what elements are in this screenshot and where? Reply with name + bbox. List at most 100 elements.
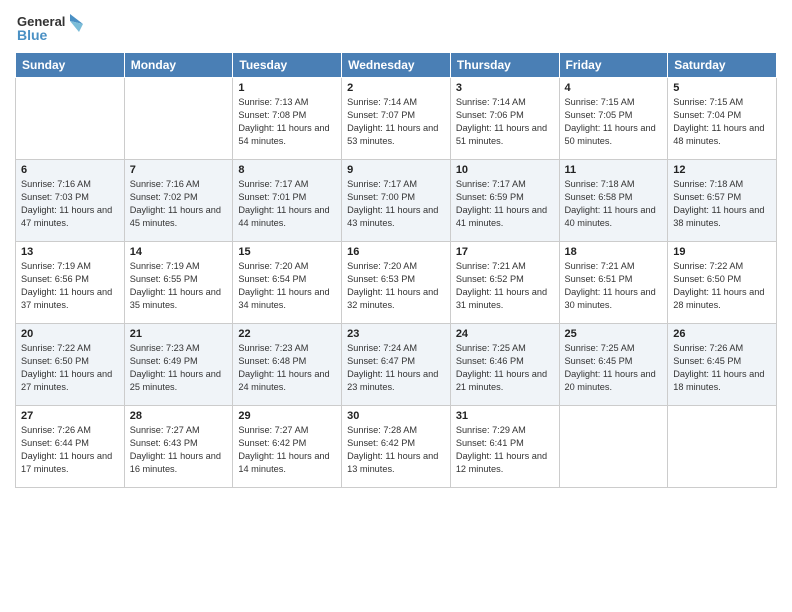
- week-row-1: 1 Sunrise: 7:13 AMSunset: 7:08 PMDaylight…: [16, 78, 777, 160]
- weekday-header-monday: Monday: [124, 53, 233, 78]
- logo-svg: GeneralBlue: [15, 10, 85, 46]
- day-number: 2: [347, 82, 445, 94]
- day-number: 1: [238, 82, 336, 94]
- cell-sun-info: Sunrise: 7:27 AMSunset: 6:42 PMDaylight:…: [238, 424, 336, 476]
- cell-sun-info: Sunrise: 7:20 AMSunset: 6:54 PMDaylight:…: [238, 260, 336, 312]
- week-row-2: 6Sunrise: 7:16 AMSunset: 7:03 PMDaylight…: [16, 160, 777, 242]
- day-number: 13: [21, 246, 119, 258]
- calendar-cell: [124, 78, 233, 160]
- day-number: 10: [456, 164, 554, 176]
- day-number: 12: [673, 164, 771, 176]
- calendar-cell: 2 Sunrise: 7:14 AMSunset: 7:07 PMDaylight…: [342, 78, 451, 160]
- calendar-cell: 23 Sunrise: 7:24 AMSunset: 6:47 PMDayligh…: [342, 324, 451, 406]
- weekday-header-thursday: Thursday: [450, 53, 559, 78]
- cell-sun-info: Sunrise: 7:15 AMSunset: 7:05 PMDaylight:…: [565, 96, 663, 148]
- calendar-cell: 8 Sunrise: 7:17 AMSunset: 7:01 PMDaylight…: [233, 160, 342, 242]
- weekday-header-saturday: Saturday: [668, 53, 777, 78]
- calendar-cell: [668, 406, 777, 488]
- weekday-header-wednesday: Wednesday: [342, 53, 451, 78]
- day-number: 23: [347, 328, 445, 340]
- cell-sun-info: Sunrise: 7:15 AMSunset: 7:04 PMDaylight:…: [673, 96, 771, 148]
- calendar-cell: 29 Sunrise: 7:27 AMSunset: 6:42 PMDayligh…: [233, 406, 342, 488]
- cell-sun-info: Sunrise: 7:17 AMSunset: 6:59 PMDaylight:…: [456, 178, 554, 230]
- day-number: 31: [456, 410, 554, 422]
- calendar-cell: 5 Sunrise: 7:15 AMSunset: 7:04 PMDaylight…: [668, 78, 777, 160]
- week-row-3: 13 Sunrise: 7:19 AMSunset: 6:56 PMDayligh…: [16, 242, 777, 324]
- calendar-cell: 30 Sunrise: 7:28 AMSunset: 6:42 PMDayligh…: [342, 406, 451, 488]
- cell-sun-info: Sunrise: 7:23 AMSunset: 6:49 PMDaylight:…: [130, 342, 228, 394]
- calendar-cell: 6Sunrise: 7:16 AMSunset: 7:03 PMDaylight…: [16, 160, 125, 242]
- weekday-header-sunday: Sunday: [16, 53, 125, 78]
- calendar-cell: 10 Sunrise: 7:17 AMSunset: 6:59 PMDayligh…: [450, 160, 559, 242]
- day-number: 19: [673, 246, 771, 258]
- cell-sun-info: Sunrise: 7:18 AMSunset: 6:58 PMDaylight:…: [565, 178, 663, 230]
- cell-sun-info: Sunrise: 7:17 AMSunset: 7:00 PMDaylight:…: [347, 178, 445, 230]
- day-number: 15: [238, 246, 336, 258]
- calendar-cell: 24Sunrise: 7:25 AMSunset: 6:46 PMDayligh…: [450, 324, 559, 406]
- cell-sun-info: Sunrise: 7:18 AMSunset: 6:57 PMDaylight:…: [673, 178, 771, 230]
- cell-sun-info: Sunrise: 7:22 AMSunset: 6:50 PMDaylight:…: [673, 260, 771, 312]
- calendar-cell: 7 Sunrise: 7:16 AMSunset: 7:02 PMDaylight…: [124, 160, 233, 242]
- day-number: 3: [456, 82, 554, 94]
- day-number: 11: [565, 164, 663, 176]
- calendar-cell: 21 Sunrise: 7:23 AMSunset: 6:49 PMDayligh…: [124, 324, 233, 406]
- cell-sun-info: Sunrise: 7:14 AMSunset: 7:07 PMDaylight:…: [347, 96, 445, 148]
- calendar-cell: 20 Sunrise: 7:22 AMSunset: 6:50 PMDayligh…: [16, 324, 125, 406]
- day-number: 4: [565, 82, 663, 94]
- day-number: 25: [565, 328, 663, 340]
- day-number: 17: [456, 246, 554, 258]
- cell-sun-info: Sunrise: 7:27 AMSunset: 6:43 PMDaylight:…: [130, 424, 228, 476]
- day-number: 29: [238, 410, 336, 422]
- day-number: 7: [130, 164, 228, 176]
- cell-sun-info: Sunrise: 7:19 AMSunset: 6:56 PMDaylight:…: [21, 260, 119, 312]
- cell-sun-info: Sunrise: 7:16 AMSunset: 7:02 PMDaylight:…: [130, 178, 228, 230]
- day-number: 5: [673, 82, 771, 94]
- calendar-cell: 31Sunrise: 7:29 AMSunset: 6:41 PMDayligh…: [450, 406, 559, 488]
- calendar: SundayMondayTuesdayWednesdayThursdayFrid…: [15, 52, 777, 488]
- calendar-cell: [559, 406, 668, 488]
- cell-sun-info: Sunrise: 7:22 AMSunset: 6:50 PMDaylight:…: [21, 342, 119, 394]
- calendar-cell: 28 Sunrise: 7:27 AMSunset: 6:43 PMDayligh…: [124, 406, 233, 488]
- calendar-cell: 22Sunrise: 7:23 AMSunset: 6:48 PMDayligh…: [233, 324, 342, 406]
- day-number: 21: [130, 328, 228, 340]
- calendar-cell: 15 Sunrise: 7:20 AMSunset: 6:54 PMDayligh…: [233, 242, 342, 324]
- cell-sun-info: Sunrise: 7:24 AMSunset: 6:47 PMDaylight:…: [347, 342, 445, 394]
- cell-sun-info: Sunrise: 7:13 AMSunset: 7:08 PMDaylight:…: [238, 96, 336, 148]
- weekday-header-row: SundayMondayTuesdayWednesdayThursdayFrid…: [16, 53, 777, 78]
- calendar-cell: 4 Sunrise: 7:15 AMSunset: 7:05 PMDaylight…: [559, 78, 668, 160]
- cell-sun-info: Sunrise: 7:25 AMSunset: 6:45 PMDaylight:…: [565, 342, 663, 394]
- cell-sun-info: Sunrise: 7:26 AMSunset: 6:44 PMDaylight:…: [21, 424, 119, 476]
- calendar-cell: 27Sunrise: 7:26 AMSunset: 6:44 PMDayligh…: [16, 406, 125, 488]
- calendar-cell: 14Sunrise: 7:19 AMSunset: 6:55 PMDayligh…: [124, 242, 233, 324]
- cell-sun-info: Sunrise: 7:21 AMSunset: 6:52 PMDaylight:…: [456, 260, 554, 312]
- cell-sun-info: Sunrise: 7:28 AMSunset: 6:42 PMDaylight:…: [347, 424, 445, 476]
- cell-sun-info: Sunrise: 7:23 AMSunset: 6:48 PMDaylight:…: [238, 342, 336, 394]
- calendar-cell: 11 Sunrise: 7:18 AMSunset: 6:58 PMDayligh…: [559, 160, 668, 242]
- week-row-4: 20 Sunrise: 7:22 AMSunset: 6:50 PMDayligh…: [16, 324, 777, 406]
- day-number: 28: [130, 410, 228, 422]
- cell-sun-info: Sunrise: 7:16 AMSunset: 7:03 PMDaylight:…: [21, 178, 119, 230]
- day-number: 16: [347, 246, 445, 258]
- calendar-cell: 25 Sunrise: 7:25 AMSunset: 6:45 PMDayligh…: [559, 324, 668, 406]
- day-number: 9: [347, 164, 445, 176]
- calendar-cell: 13 Sunrise: 7:19 AMSunset: 6:56 PMDayligh…: [16, 242, 125, 324]
- calendar-cell: 1 Sunrise: 7:13 AMSunset: 7:08 PMDaylight…: [233, 78, 342, 160]
- calendar-cell: 26Sunrise: 7:26 AMSunset: 6:45 PMDayligh…: [668, 324, 777, 406]
- cell-sun-info: Sunrise: 7:25 AMSunset: 6:46 PMDaylight:…: [456, 342, 554, 394]
- calendar-cell: [16, 78, 125, 160]
- cell-sun-info: Sunrise: 7:17 AMSunset: 7:01 PMDaylight:…: [238, 178, 336, 230]
- weekday-header-friday: Friday: [559, 53, 668, 78]
- cell-sun-info: Sunrise: 7:26 AMSunset: 6:45 PMDaylight:…: [673, 342, 771, 394]
- calendar-cell: 3 Sunrise: 7:14 AMSunset: 7:06 PMDaylight…: [450, 78, 559, 160]
- day-number: 8: [238, 164, 336, 176]
- day-number: 20: [21, 328, 119, 340]
- calendar-cell: 16Sunrise: 7:20 AMSunset: 6:53 PMDayligh…: [342, 242, 451, 324]
- weekday-header-tuesday: Tuesday: [233, 53, 342, 78]
- calendar-cell: 18Sunrise: 7:21 AMSunset: 6:51 PMDayligh…: [559, 242, 668, 324]
- calendar-cell: 9 Sunrise: 7:17 AMSunset: 7:00 PMDaylight…: [342, 160, 451, 242]
- calendar-cell: 17 Sunrise: 7:21 AMSunset: 6:52 PMDayligh…: [450, 242, 559, 324]
- header: GeneralBlue: [15, 10, 777, 46]
- day-number: 30: [347, 410, 445, 422]
- calendar-cell: 12 Sunrise: 7:18 AMSunset: 6:57 PMDayligh…: [668, 160, 777, 242]
- cell-sun-info: Sunrise: 7:14 AMSunset: 7:06 PMDaylight:…: [456, 96, 554, 148]
